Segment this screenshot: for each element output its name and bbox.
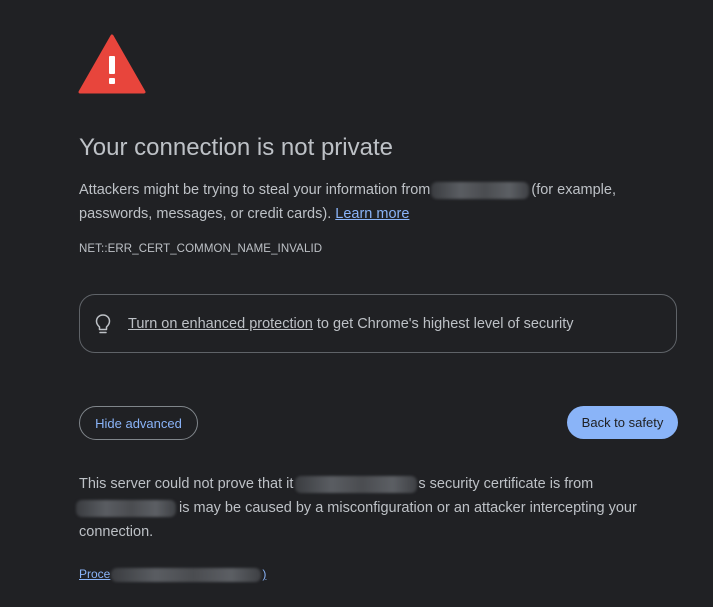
details-part1: This server could not prove that it (79, 476, 294, 492)
details-part2: s security certificate is from (418, 476, 594, 492)
enhanced-protection-link[interactable]: Turn on enhanced protection (128, 316, 313, 332)
proceed-link-start: Proce (79, 567, 111, 581)
hide-advanced-button[interactable]: Hide advanced (79, 406, 198, 440)
redacted-hostname (111, 567, 262, 582)
page-title: Your connection is not private (79, 134, 393, 161)
proceed-line: Proce) (79, 567, 266, 582)
lightbulb-icon (95, 313, 111, 333)
details-paragraph: This server could not prove that it s sec… (76, 472, 669, 544)
redacted-hostname (431, 181, 530, 199)
intro-text-before: Attackers might be trying to steal your … (79, 182, 431, 198)
back-to-safety-button[interactable]: Back to safety (567, 406, 678, 439)
redacted-hostname (76, 499, 176, 517)
warning-triangle-icon (78, 34, 146, 94)
intro-paragraph: Attackers might be trying to steal your … (79, 178, 659, 226)
proceed-link-end: ) (262, 567, 267, 581)
redacted-hostname (295, 475, 418, 493)
interstitial-page: Your connection is not private Attackers… (0, 0, 713, 607)
proceed-link[interactable]: Proce) (79, 567, 267, 582)
enhanced-protection-text: Turn on enhanced protection to get Chrom… (128, 316, 574, 332)
error-code: NET::ERR_CERT_COMMON_NAME_INVALID (79, 243, 323, 255)
enhanced-protection-desc: to get Chrome's highest level of securit… (316, 315, 574, 332)
enhanced-protection-box: Turn on enhanced protection to get Chrom… (79, 294, 677, 353)
learn-more-link[interactable]: Learn more (335, 206, 409, 222)
